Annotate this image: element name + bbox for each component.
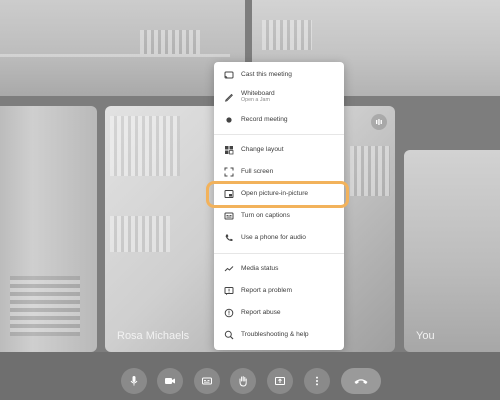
media-status-icon	[223, 264, 234, 275]
pen-icon	[223, 92, 234, 103]
books-decor	[262, 20, 312, 50]
striped-shirt-decor	[10, 276, 80, 336]
menu-item-label: Cast this meeting	[241, 71, 292, 79]
microphone-icon	[128, 375, 140, 387]
camera-button[interactable]	[157, 368, 183, 394]
fullscreen-icon	[223, 167, 234, 178]
layout-icon	[223, 145, 234, 156]
books-decor	[350, 146, 390, 196]
camera-icon	[164, 375, 176, 387]
menu-divider	[214, 253, 344, 254]
menu-item-label: Full screen	[241, 168, 274, 176]
menu-item-label: Report a problem	[241, 287, 292, 295]
self-video	[404, 150, 500, 352]
menu-item-label: Use a phone for audio	[241, 234, 306, 242]
menu-item-report-abuse[interactable]: Report abuse	[214, 304, 344, 322]
menu-item-label: Media status	[241, 265, 279, 273]
menu-item-cast[interactable]: Cast this meeting	[214, 66, 344, 84]
menu-item-label: Whiteboard	[241, 90, 275, 98]
report-abuse-icon	[223, 308, 234, 319]
captions-button[interactable]	[194, 368, 220, 394]
books-decor	[110, 116, 180, 176]
menu-item-label: Record meeting	[241, 116, 288, 124]
meeting-stage: Rosa Michaels You Cast this meeting Whit…	[0, 0, 500, 400]
participant-video-tile[interactable]	[0, 0, 245, 96]
troubleshooting-icon	[223, 330, 234, 341]
menu-item-sublabel: Open a Jam	[241, 97, 270, 104]
self-video-tile[interactable]: You	[404, 150, 500, 352]
menu-divider	[214, 134, 344, 135]
menu-item-report-problem[interactable]: Report a problem	[214, 282, 344, 300]
menu-item-phone-audio[interactable]: Use a phone for audio	[214, 229, 344, 247]
control-bar	[0, 352, 500, 400]
participant-name: Rosa Michaels	[117, 330, 190, 342]
menu-item-captions[interactable]: Turn on captions	[214, 207, 344, 225]
highlight-ring	[206, 181, 349, 208]
menu-item-label: Report abuse	[241, 309, 281, 317]
present-button[interactable]	[267, 368, 293, 394]
menu-item-full-screen[interactable]: Full screen	[214, 163, 344, 181]
menu-item-label: Turn on captions	[241, 212, 290, 220]
microphone-button[interactable]	[121, 368, 147, 394]
report-problem-icon	[223, 286, 234, 297]
record-icon	[223, 115, 234, 126]
cast-icon	[223, 70, 234, 81]
participant-video	[0, 0, 245, 96]
end-call-icon	[353, 376, 369, 386]
menu-item-change-layout[interactable]: Change layout	[214, 141, 344, 159]
phone-icon	[223, 233, 234, 244]
more-options-button[interactable]	[304, 368, 330, 394]
participant-video-tile[interactable]	[0, 106, 97, 352]
menu-item-record[interactable]: Record meeting	[214, 111, 344, 129]
menu-item-media-status[interactable]: Media status	[214, 260, 344, 278]
raise-hand-button[interactable]	[230, 368, 256, 394]
end-call-button[interactable]	[341, 368, 381, 394]
books-decor	[140, 30, 200, 54]
raise-hand-icon	[237, 375, 249, 387]
menu-item-label: Change layout	[241, 146, 284, 154]
shelf-decor	[0, 54, 230, 57]
present-icon	[274, 375, 286, 387]
self-name: You	[416, 330, 435, 342]
menu-item-whiteboard[interactable]: Whiteboard Open a Jam	[214, 86, 344, 108]
books-decor	[110, 216, 170, 252]
captions-icon	[201, 375, 213, 387]
menu-item-troubleshooting[interactable]: Troubleshooting & help	[214, 326, 344, 344]
audio-level-icon	[371, 114, 387, 130]
more-options-icon	[311, 375, 323, 387]
menu-item-label: Troubleshooting & help	[241, 331, 309, 339]
captions-icon	[223, 211, 234, 222]
